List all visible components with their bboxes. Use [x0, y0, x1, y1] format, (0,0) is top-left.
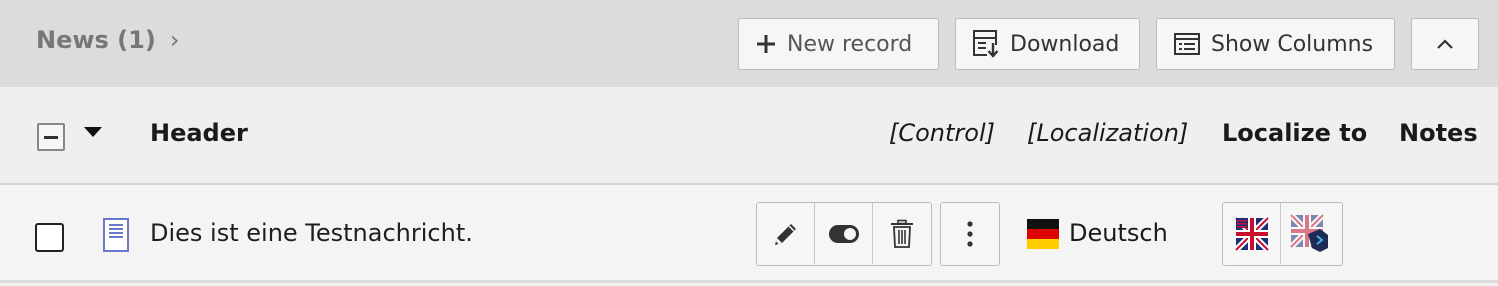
toggle-on-icon: [828, 224, 859, 243]
table-row: Dies ist eine Testnachricht. Deutsch: [0, 187, 1498, 283]
caret-down-icon[interactable]: [84, 127, 102, 137]
table-title: News (1): [36, 26, 156, 54]
localize-en-translate-button[interactable]: [1281, 203, 1339, 264]
flag-de-icon: [1027, 219, 1059, 249]
column-header-localize-to: Localize to: [1222, 119, 1368, 147]
table-header-row: Header [Control] [Localization] Localize…: [0, 87, 1498, 185]
localize-en-button[interactable]: [1223, 203, 1281, 264]
select-all-checkbox[interactable]: [37, 123, 65, 151]
table-title-toggle[interactable]: News (1) ›: [36, 26, 179, 54]
download-icon: [973, 30, 999, 58]
record-table: Header [Control] [Localization] Localize…: [0, 87, 1498, 286]
row-checkbox[interactable]: [35, 223, 64, 252]
minus-icon: [44, 135, 58, 139]
column-header-notes: Notes: [1399, 119, 1478, 147]
record-list-panel: News (1) › New record Download Show Colu…: [0, 0, 1498, 286]
collapse-button[interactable]: [1411, 18, 1479, 70]
columns-icon: [1174, 33, 1200, 55]
record-action-group: [756, 202, 932, 266]
trash-icon: [891, 219, 913, 248]
language-label: Deutsch: [1069, 219, 1168, 247]
record-language: Deutsch: [1027, 217, 1168, 249]
panel-header: News (1) › New record Download Show Colu…: [0, 0, 1498, 87]
chevron-up-icon: [1437, 39, 1453, 49]
column-header-control: [Control]: [889, 119, 996, 147]
pencil-icon: [774, 223, 796, 245]
document-icon[interactable]: [102, 217, 130, 253]
toggle-visibility-button[interactable]: [815, 203, 873, 264]
edit-button[interactable]: [757, 203, 815, 264]
chevron-right-icon: ›: [169, 26, 180, 54]
new-record-label: New record: [787, 31, 913, 57]
more-actions-button[interactable]: [941, 203, 999, 264]
record-title[interactable]: Dies ist eine Testnachricht.: [150, 219, 473, 247]
download-label: Download: [1010, 31, 1120, 57]
localize-to-group: [1222, 202, 1343, 266]
flag-en-translate-icon: [1290, 213, 1328, 252]
column-header-localization: [Localization]: [1027, 119, 1189, 147]
flag-en-icon: [1234, 216, 1269, 251]
download-button[interactable]: Download: [955, 18, 1140, 70]
column-header-title[interactable]: Header: [150, 119, 248, 147]
new-record-button[interactable]: New record: [738, 18, 939, 70]
ellipsis-vertical-icon: [967, 220, 973, 247]
plus-icon: [757, 35, 775, 53]
show-columns-button[interactable]: Show Columns: [1156, 18, 1395, 70]
delete-button[interactable]: [873, 203, 931, 264]
more-actions-group: [940, 202, 1000, 266]
show-columns-label: Show Columns: [1211, 31, 1374, 57]
